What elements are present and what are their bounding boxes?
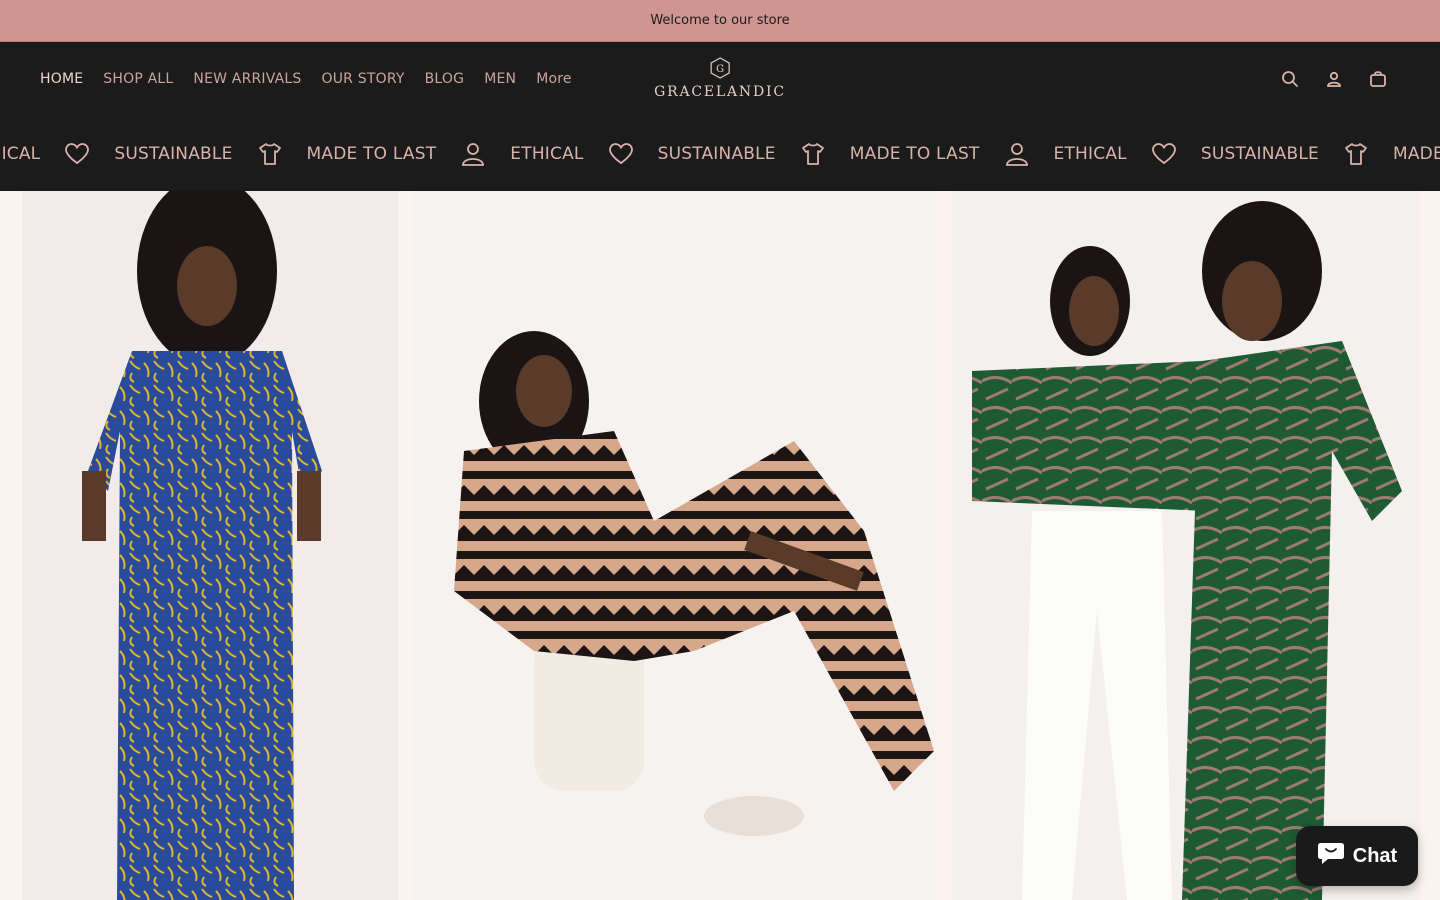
nav-shop-all[interactable]: SHOP ALL bbox=[103, 71, 173, 87]
heart-icon bbox=[1151, 141, 1177, 167]
values-ticker: THICAL SUSTAINABLE MADE TO LAST ETHICAL … bbox=[0, 116, 1440, 191]
logo-wordmark: GRACELANDIC bbox=[654, 84, 786, 100]
ticker-item: MADE TO LAST bbox=[1343, 141, 1440, 167]
ticker-label: ETHICAL bbox=[510, 143, 584, 164]
product-photo[interactable] bbox=[952, 191, 1420, 900]
nav-blog[interactable]: BLOG bbox=[425, 71, 465, 87]
announcement-bar: Welcome to our store bbox=[0, 0, 1440, 42]
ticker-item: SUSTAINABLE bbox=[608, 141, 776, 167]
ticker-item: THICAL bbox=[0, 144, 40, 164]
cart-icon[interactable] bbox=[1368, 69, 1388, 89]
ticker-label: MADE TO LAST bbox=[306, 143, 437, 164]
ticker-label: MADE TO LAST bbox=[849, 143, 980, 164]
ticker-label: SUSTAINABLE bbox=[1200, 143, 1319, 164]
account-icon[interactable] bbox=[1324, 69, 1344, 89]
search-icon[interactable] bbox=[1280, 69, 1300, 89]
chat-label: Chat bbox=[1352, 844, 1398, 867]
nav-home[interactable]: HOME bbox=[40, 71, 83, 87]
shirt-icon bbox=[257, 141, 283, 167]
ticker-item: SUSTAINABLE bbox=[1151, 141, 1319, 167]
nav-our-story[interactable]: OUR STORY bbox=[322, 71, 405, 87]
ticker-label: THICAL bbox=[0, 143, 41, 164]
nav-men[interactable]: MEN bbox=[484, 71, 516, 87]
shirt-icon bbox=[1343, 141, 1369, 167]
person-icon bbox=[460, 141, 486, 167]
heart-icon bbox=[608, 141, 634, 167]
main-nav: HOME SHOP ALL NEW ARRIVALS OUR STORY BLO… bbox=[40, 71, 572, 87]
svg-text:G: G bbox=[716, 64, 724, 75]
shirt-icon bbox=[800, 141, 826, 167]
nav-more[interactable]: More bbox=[536, 71, 572, 87]
logo[interactable]: G GRACELANDIC bbox=[654, 56, 786, 100]
product-photo[interactable] bbox=[22, 191, 398, 900]
ticker-label: MADE TO LAST bbox=[1392, 143, 1440, 164]
ticker-label: SUSTAINABLE bbox=[114, 143, 233, 164]
ticker-label: SUSTAINABLE bbox=[657, 143, 776, 164]
heart-icon bbox=[64, 141, 90, 167]
logo-mark-icon: G bbox=[708, 56, 732, 80]
ticker-item: MADE TO LAST bbox=[800, 141, 980, 167]
ticker-item: MADE TO LAST bbox=[257, 141, 437, 167]
header-utilities bbox=[1280, 69, 1400, 89]
nav-new-arrivals[interactable]: NEW ARRIVALS bbox=[193, 71, 301, 87]
ticker-track: THICAL SUSTAINABLE MADE TO LAST ETHICAL … bbox=[0, 116, 1440, 191]
site-header: HOME SHOP ALL NEW ARRIVALS OUR STORY BLO… bbox=[0, 42, 1440, 116]
ticker-item: ETHICAL bbox=[460, 141, 583, 167]
ticker-item: ETHICAL bbox=[1004, 141, 1127, 167]
ticker-label: ETHICAL bbox=[1053, 143, 1127, 164]
ticker-item: SUSTAINABLE bbox=[64, 141, 232, 167]
person-icon bbox=[1004, 141, 1030, 167]
chat-bubble-icon bbox=[1317, 840, 1345, 872]
lookbook-gallery: Chat bbox=[0, 191, 1440, 900]
product-photo[interactable] bbox=[414, 191, 936, 900]
chat-button[interactable]: Chat bbox=[1296, 826, 1418, 886]
announcement-text: Welcome to our store bbox=[650, 13, 790, 28]
